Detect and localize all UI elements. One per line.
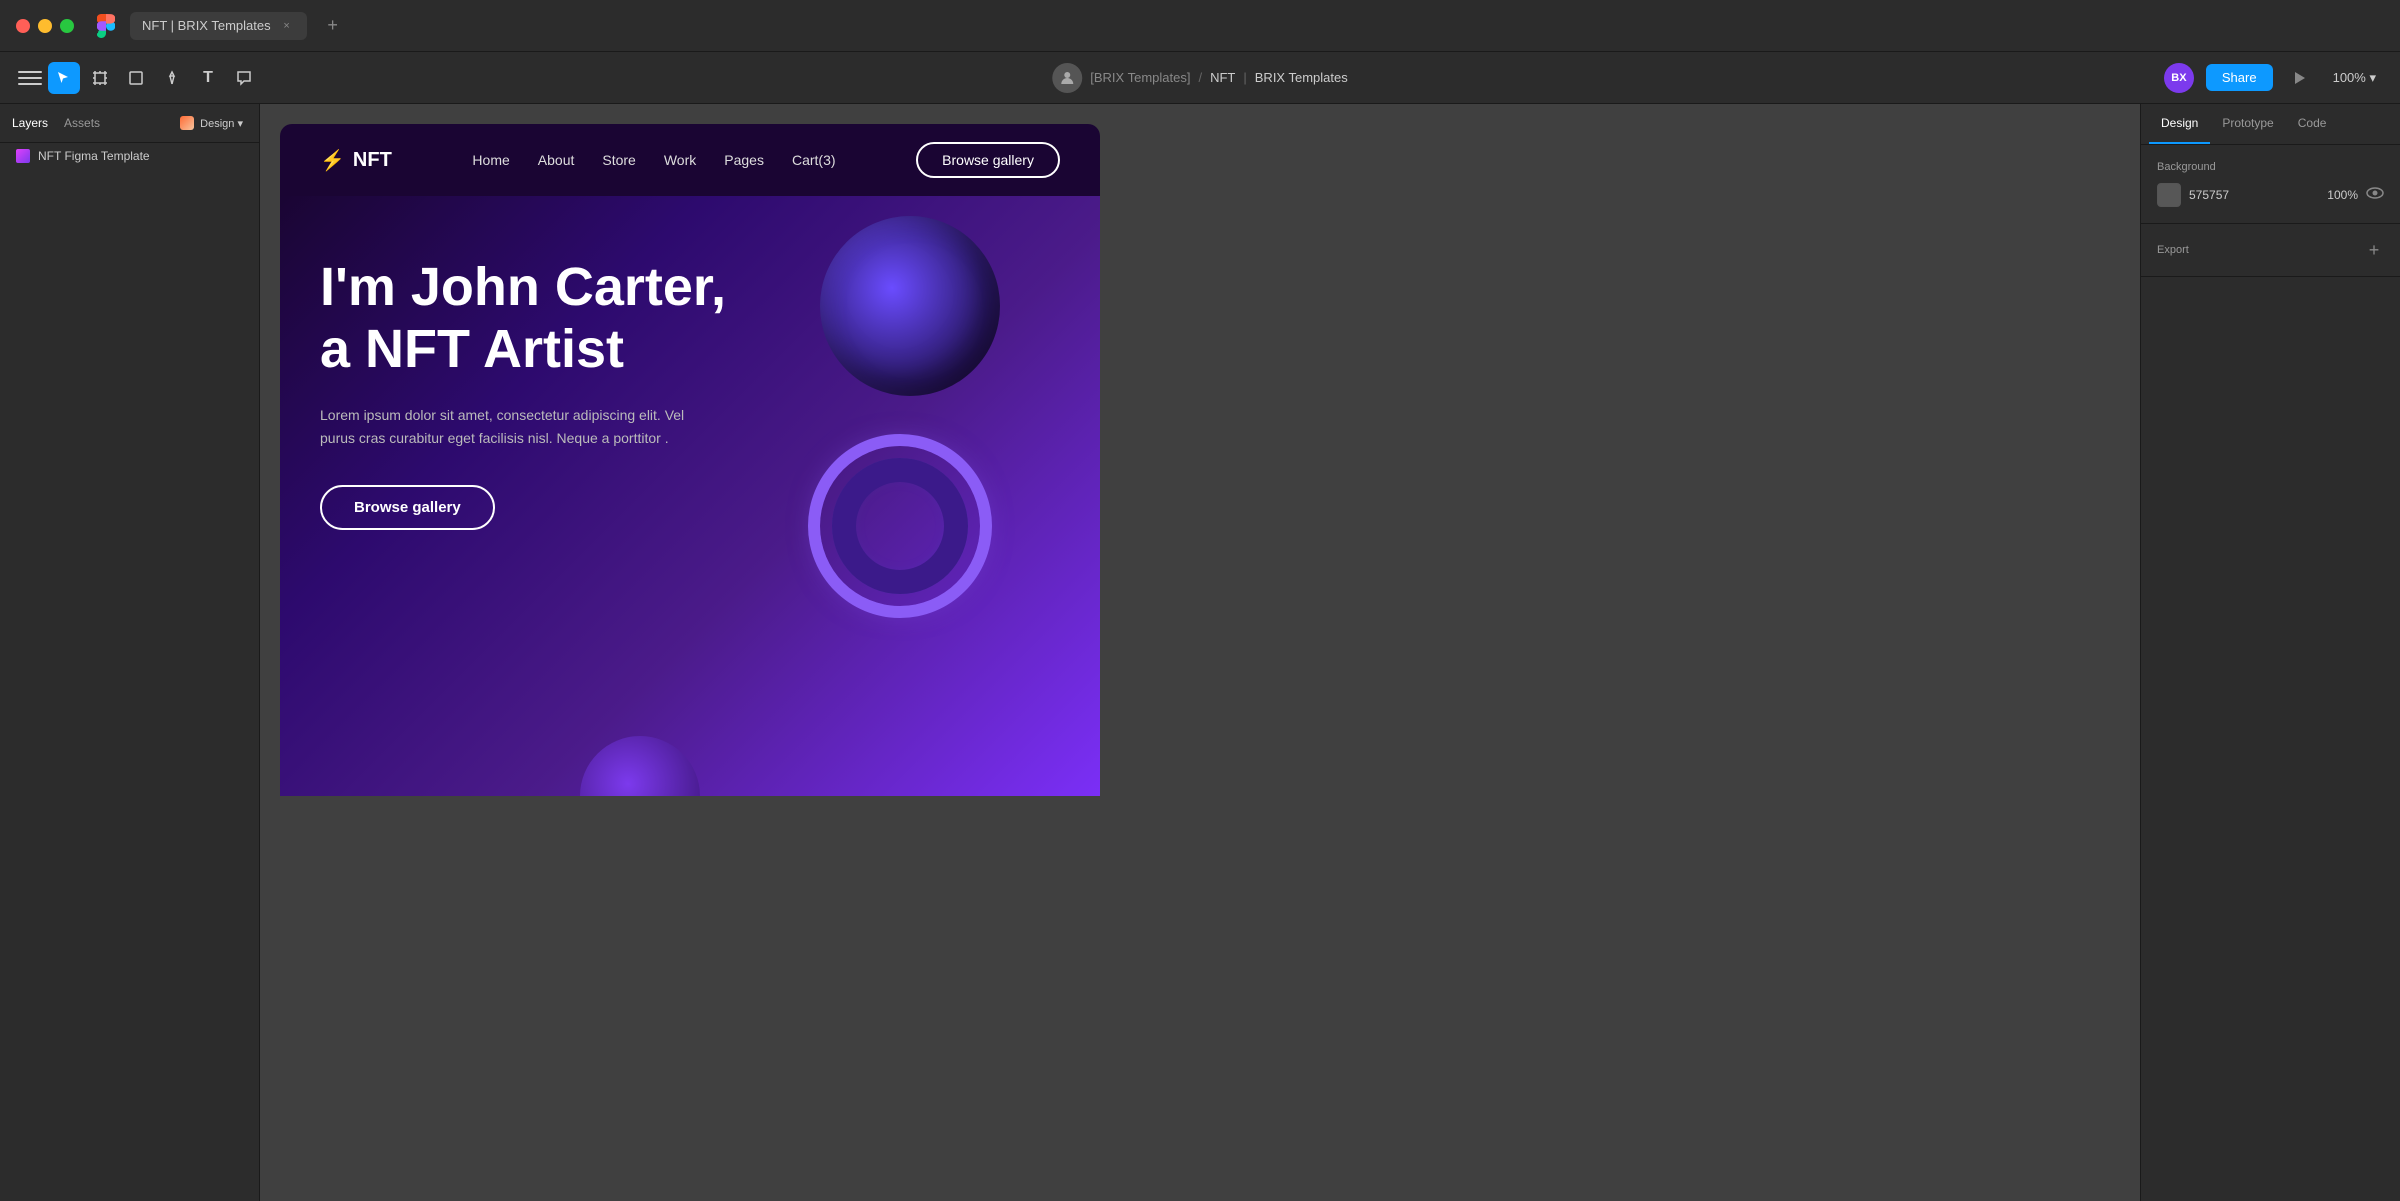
design-plugin-label: Design ▾ [200,117,243,130]
layer-label: NFT Figma Template [38,149,150,163]
opacity-value[interactable]: 100% [2318,188,2358,202]
share-button[interactable]: Share [2206,64,2273,91]
title-bar: NFT | BRIX Templates × + [0,0,2400,52]
nav-link-work[interactable]: Work [664,152,696,168]
canvas: ⚡ NFT Home About Store Work Pages Cart(3… [260,104,2140,1201]
hamburger-line-2 [18,77,42,79]
right-tab-design[interactable]: Design [2149,104,2210,144]
pen-tool-btn[interactable] [156,62,188,94]
tab-add-btn[interactable]: + [319,12,347,40]
color-hex-value[interactable]: 575757 [2189,188,2310,202]
active-tab[interactable]: NFT | BRIX Templates × [130,12,307,40]
export-add-btn[interactable]: + [2364,240,2384,260]
right-sidebar-tabs: Design Prototype Code [2141,104,2400,145]
zoom-level[interactable]: 100% ▾ [2325,66,2384,90]
nft-logo-text: NFT [353,149,392,172]
nft-logo: ⚡ NFT [320,148,392,173]
sidebar-tabs: Layers Assets Design ▾ [0,104,259,143]
multiplayer-avatar: BX [2164,63,2194,93]
nav-browse-gallery-btn[interactable]: Browse gallery [916,142,1060,178]
nft-hero-description: Lorem ipsum dolor sit amet, consectetur … [320,404,720,449]
menu-button[interactable] [16,64,44,92]
breadcrumb-file: BRIX Templates [1255,70,1348,85]
deco-circle-ring [820,446,980,606]
export-section: Export + [2141,224,2400,277]
traffic-light-green[interactable] [60,19,74,33]
breadcrumb-page: NFT [1210,70,1235,85]
nav-link-about[interactable]: About [538,152,575,168]
play-button[interactable] [2285,64,2313,92]
traffic-light-red[interactable] [16,19,30,33]
background-color-row: 575757 100% [2157,183,2384,207]
tab-title: NFT | BRIX Templates [142,18,271,33]
frame-tool-btn[interactable] [84,62,116,94]
user-avatar[interactable] [1052,63,1082,93]
nav-link-home[interactable]: Home [472,152,509,168]
export-row: Export + [2157,240,2384,260]
main-layout: Layers Assets Design ▾ NFT Figma Templat… [0,104,2400,1201]
hamburger-line-3 [18,83,42,85]
select-tool-btn[interactable] [48,62,80,94]
design-plugin-icon [180,116,194,130]
deco-circle-small [580,736,700,796]
hero-browse-gallery-btn[interactable]: Browse gallery [320,485,495,530]
background-section: Background 575757 100% [2141,145,2400,224]
nav-link-pages[interactable]: Pages [724,152,764,168]
comment-tool-btn[interactable] [228,62,260,94]
traffic-lights [16,19,74,33]
toolbar: T [BRIX Templates] / NFT | BRIX Template… [0,52,2400,104]
figma-icon [94,14,118,38]
nft-logo-icon: ⚡ [320,148,345,173]
design-plugin-btn[interactable]: Design ▾ [176,112,247,134]
deco-circle-sphere [820,216,1000,396]
shape-tool-btn[interactable] [120,62,152,94]
visibility-icon[interactable] [2366,186,2384,205]
toolbar-right: BX Share 100% ▾ [2164,63,2384,93]
canvas-content: ⚡ NFT Home About Store Work Pages Cart(3… [280,124,2120,1201]
export-label: Export [2157,244,2189,256]
hamburger-line-1 [18,71,42,73]
nft-navbar: ⚡ NFT Home About Store Work Pages Cart(3… [280,124,1100,196]
nft-hero-title: I'm John Carter,a NFT Artist [320,256,800,380]
nft-nav-links: Home About Store Work Pages Cart(3) [472,152,835,168]
text-tool-btn[interactable]: T [192,62,224,94]
color-swatch[interactable] [2157,183,2181,207]
breadcrumb-sep1: / [1198,70,1202,85]
sidebar-tab-assets[interactable]: Assets [64,112,100,134]
toolbar-left: T [16,62,260,94]
breadcrumb-team: [BRIX Templates] [1090,70,1190,85]
breadcrumb: [BRIX Templates] / NFT | BRIX Templates [1052,63,1347,93]
breadcrumb-sep2: | [1243,70,1246,85]
right-sidebar: Design Prototype Code Background 575757 … [2140,104,2400,1201]
nav-link-cart[interactable]: Cart(3) [792,152,836,168]
layer-icon [16,149,30,163]
right-tab-prototype[interactable]: Prototype [2210,104,2285,144]
nft-hero: I'm John Carter,a NFT Artist Lorem ipsum… [280,196,1100,796]
tab-close-btn[interactable]: × [279,18,295,34]
nav-link-store[interactable]: Store [602,152,635,168]
sidebar-tab-layers[interactable]: Layers [12,112,48,134]
background-label: Background [2157,161,2384,173]
traffic-light-yellow[interactable] [38,19,52,33]
left-sidebar: Layers Assets Design ▾ NFT Figma Templat… [0,104,260,1201]
right-tab-code[interactable]: Code [2286,104,2339,144]
nft-hero-content: I'm John Carter,a NFT Artist Lorem ipsum… [320,256,800,530]
nft-preview: ⚡ NFT Home About Store Work Pages Cart(3… [280,124,1100,1084]
layer-item-nft[interactable]: NFT Figma Template [0,143,259,169]
